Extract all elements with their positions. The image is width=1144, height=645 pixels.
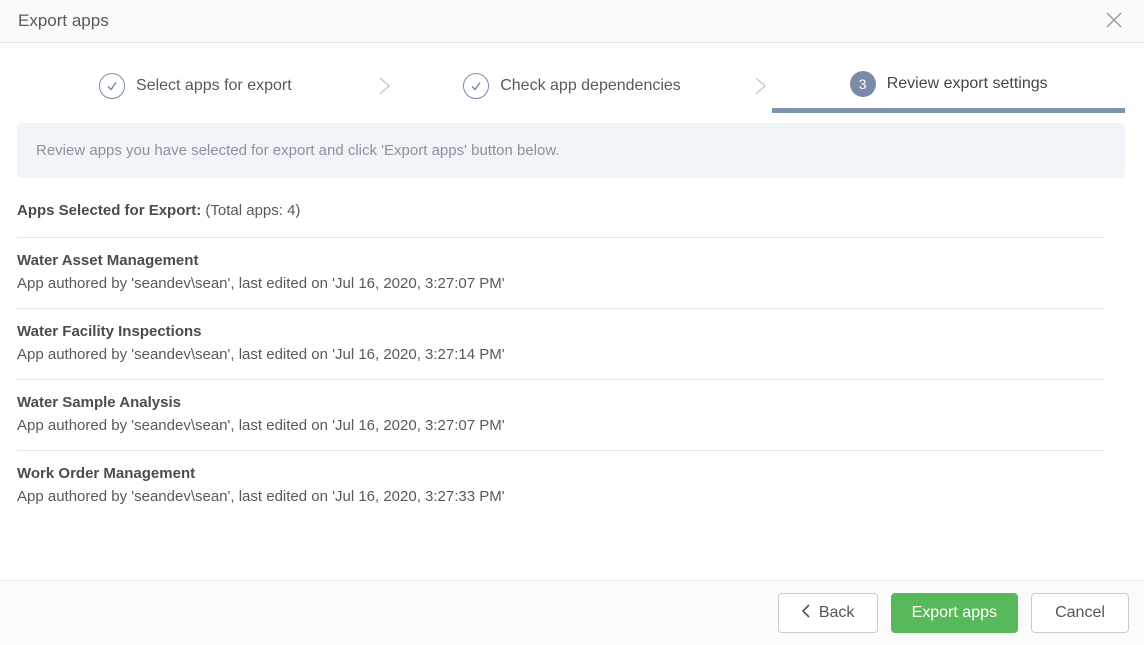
chevron-right-icon: [372, 59, 396, 113]
step-label: Select apps for export: [136, 77, 292, 95]
dialog-header: Export apps: [0, 0, 1144, 43]
app-list-item: Work Order Management App authored by 's…: [0, 451, 1144, 521]
chevron-left-icon: [801, 603, 811, 624]
app-name: Water Facility Inspections: [17, 320, 1105, 343]
cancel-button-label: Cancel: [1055, 604, 1105, 622]
app-details: App authored by 'seandev\sean', last edi…: [17, 485, 1105, 508]
chevron-right-icon: [748, 59, 772, 113]
step-complete-check-icon: [99, 73, 125, 99]
app-list-item: Water Facility Inspections App authored …: [0, 309, 1144, 379]
app-name: Water Sample Analysis: [17, 391, 1105, 414]
close-icon: [1103, 9, 1125, 34]
back-button[interactable]: Back: [778, 593, 878, 633]
export-apps-button-label: Export apps: [912, 604, 997, 622]
app-name: Work Order Management: [17, 462, 1105, 485]
dialog-footer: Back Export apps Cancel: [0, 580, 1144, 645]
step-label: Review export settings: [887, 75, 1048, 93]
step-complete-check-icon: [463, 73, 489, 99]
app-list-item: Water Sample Analysis App authored by 's…: [0, 380, 1144, 450]
summary-heading: Apps Selected for Export:: [17, 202, 201, 219]
close-button[interactable]: [1102, 9, 1126, 33]
export-apps-button[interactable]: Export apps: [891, 593, 1018, 633]
apps-selected-summary: Apps Selected for Export: (Total apps: 4…: [17, 202, 1125, 219]
app-details: App authored by 'seandev\sean', last edi…: [17, 343, 1105, 366]
app-details: App authored by 'seandev\sean', last edi…: [17, 414, 1105, 437]
app-name: Water Asset Management: [17, 249, 1105, 272]
cancel-button[interactable]: Cancel: [1031, 593, 1129, 633]
summary-total-count: (Total apps: 4): [205, 202, 300, 219]
app-details: App authored by 'seandev\sean', last edi…: [17, 272, 1105, 295]
dialog-title: Export apps: [18, 11, 109, 31]
step-review-export-settings[interactable]: 3 Review export settings: [772, 59, 1125, 113]
info-banner: Review apps you have selected for export…: [17, 123, 1125, 178]
step-check-app-dependencies[interactable]: Check app dependencies: [396, 59, 749, 113]
stepper: Select apps for export Check app depende…: [0, 59, 1144, 113]
app-list: Water Asset Management App authored by '…: [0, 237, 1144, 521]
step-number-badge: 3: [850, 71, 876, 97]
back-button-label: Back: [819, 604, 855, 622]
step-label: Check app dependencies: [500, 77, 681, 95]
info-banner-text: Review apps you have selected for export…: [36, 142, 560, 159]
step-select-apps-for-export[interactable]: Select apps for export: [19, 59, 372, 113]
app-list-item: Water Asset Management App authored by '…: [0, 238, 1144, 308]
